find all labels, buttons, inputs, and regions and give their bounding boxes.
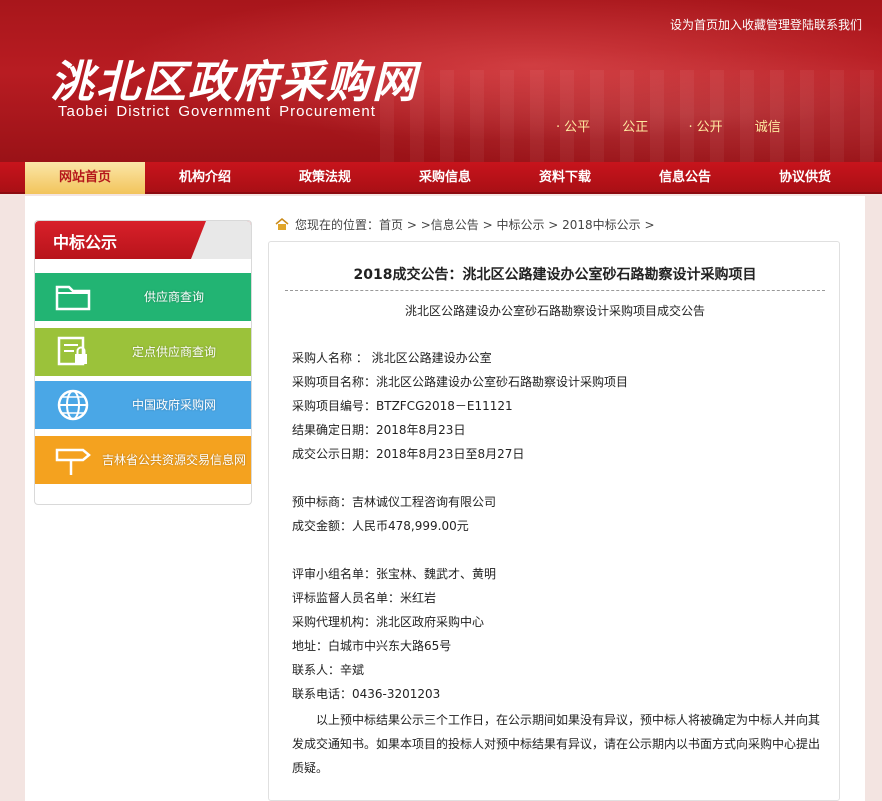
nav-item-agreement-supply[interactable]: 协议供货 — [745, 162, 865, 194]
contract-amount: 成交金额：人民币478,999.00元 — [292, 519, 469, 533]
nav-item-about[interactable]: 机构介绍 — [145, 162, 265, 194]
site-logo-english: Taobei District Government Procurement — [58, 103, 376, 120]
add-favorite-link[interactable]: 加入收藏 — [718, 18, 766, 32]
main-nav: 网站首页 机构介绍 政策法规 采购信息 资料下载 信息公告 协议供货 — [0, 162, 882, 194]
supplier-search-label: 供应商查询 — [143, 290, 204, 304]
contact-phone: 联系电话：0436-3201203 — [292, 687, 441, 701]
nav-item-announcements[interactable]: 信息公告 — [625, 162, 745, 194]
home-icon — [275, 218, 289, 230]
purchaser-name: 采购人名称 ： 洮北区公路建设办公室 — [292, 351, 492, 365]
china-gov-procurement-link[interactable]: 中国政府采购网 — [35, 381, 251, 429]
top-links: 设为首页加入收藏管理登陆联系我们 — [670, 16, 862, 33]
winning-bidder: 预中标商：吉林诚仪工程咨询有限公司 — [292, 495, 497, 509]
project-name: 采购项目名称：洮北区公路建设办公室砂石路勘察设计采购项目 — [292, 375, 629, 389]
signpost-icon — [55, 448, 91, 475]
site-logo[interactable]: 洮北区政府采购网 — [50, 46, 418, 110]
supplier-search-button[interactable]: 供应商查询 — [35, 273, 251, 321]
designated-supplier-search-button[interactable]: 定点供应商查询 — [35, 328, 251, 376]
jilin-public-resource-link[interactable]: 吉林省公共资源交易信息网 — [35, 436, 251, 484]
review-panel: 评审小组名单：张宝林、魏武才、黄明 — [292, 567, 497, 581]
article-panel: 2018成交公告：洮北区公路建设办公室砂石路勘察设计采购项目 洮北区公路建设办公… — [268, 241, 840, 801]
contact-person: 联系人：辛斌 — [292, 663, 365, 677]
nav-item-home[interactable]: 网站首页 — [25, 162, 145, 194]
article-title: 2018成交公告：洮北区公路建设办公室砂石路勘察设计采购项目 — [353, 267, 757, 283]
contact-us-link[interactable]: 联系我们 — [814, 18, 862, 32]
notice-paragraph: 以上预中标结果公示三个工作日，在公示期间如果没有异议，预中标人将被确定为中标人并… — [292, 713, 821, 775]
procurement-agency: 采购代理机构：洮北区政府采购中心 — [292, 615, 485, 629]
admin-login-link[interactable]: 管理登陆 — [766, 18, 814, 32]
sidebar-header-tab-decoration — [191, 221, 251, 259]
document-lock-icon — [57, 336, 87, 366]
article-subtitle: 洮北区公路建设办公室砂石路勘察设计采购项目成交公告 — [404, 304, 705, 318]
address: 地址：白城市中兴东大路65号 — [292, 639, 452, 653]
slogan-item: 诚信 — [754, 120, 781, 135]
nav-item-policy[interactable]: 政策法规 — [265, 162, 385, 194]
breadcrumb-path[interactable]: 首页 > >信息公告 > 中标公示 > 2018中标公示 > — [379, 218, 655, 232]
header-slogan: · 公平 公正 · 公开 诚信 — [556, 120, 781, 135]
sidebar: 中标公示 供应商查询 定点供应商查询 中国政府采购网 吉林省公共资源交易信息网 — [34, 220, 252, 505]
china-gov-procurement-label: 中国政府采购网 — [131, 398, 216, 412]
set-homepage-link[interactable]: 设为首页 — [670, 18, 718, 32]
nav-item-downloads[interactable]: 资料下载 — [505, 162, 625, 194]
breadcrumb: 您现在的位置：首页 > >信息公告 > 中标公示 > 2018中标公示 > — [275, 216, 655, 233]
breadcrumb-prefix: 您现在的位置： — [295, 218, 380, 232]
nav-item-procurement-info[interactable]: 采购信息 — [385, 162, 505, 194]
project-number: 采购项目编号：BTZFCG2018－E11121 — [292, 399, 513, 413]
slogan-item: 公开 — [696, 120, 723, 135]
globe-icon — [57, 389, 89, 421]
supervisor: 评标监督人员名单：米红岩 — [292, 591, 437, 605]
slogan-item: 公正 — [622, 120, 649, 135]
jilin-public-resource-label: 吉林省公共资源交易信息网 — [101, 453, 246, 467]
title-divider — [285, 290, 825, 291]
result-date: 结果确定日期：2018年8月23日 — [292, 423, 466, 437]
designated-supplier-search-label: 定点供应商查询 — [131, 345, 216, 359]
sidebar-title: 中标公示 — [53, 233, 118, 252]
slogan-item: 公平 — [564, 120, 591, 135]
site-header: 洮北区政府采购网 Taobei District Government Proc… — [0, 0, 882, 162]
folder-icon — [55, 285, 91, 311]
publicity-period: 成交公示日期：2018年8月23日至8月27日 — [292, 447, 525, 461]
sidebar-header: 中标公示 — [35, 221, 251, 259]
